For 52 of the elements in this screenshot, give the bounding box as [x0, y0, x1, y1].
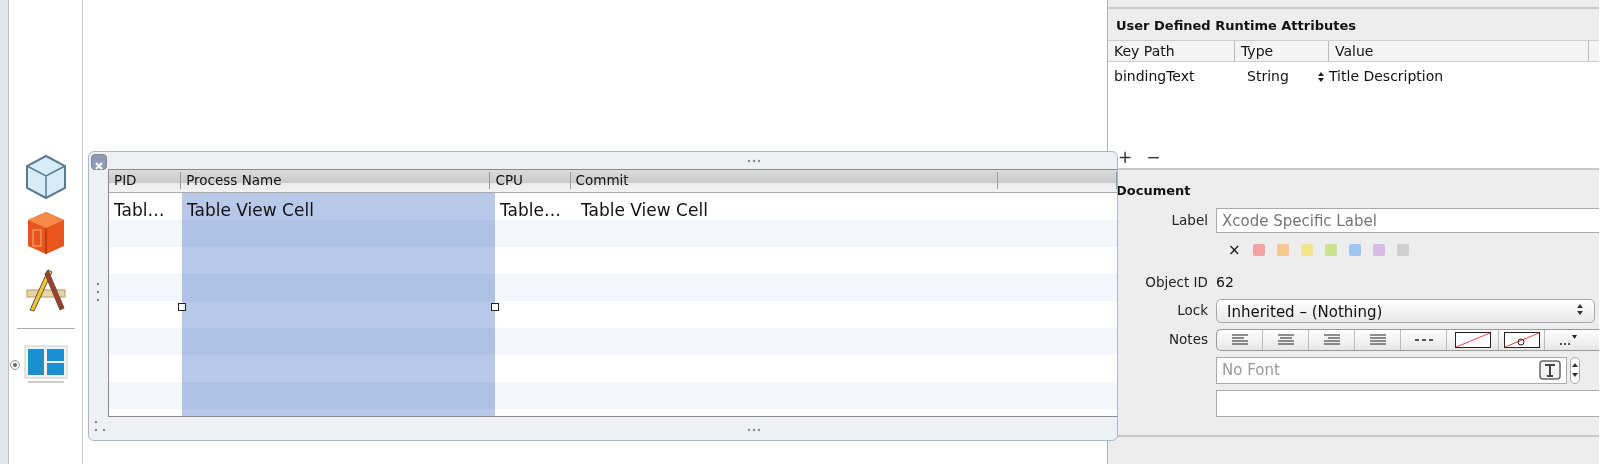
- table-cell-text: Title Description: [1329, 66, 1444, 86]
- font-icon[interactable]: [1539, 360, 1561, 380]
- color-swatch[interactable]: [1348, 244, 1361, 257]
- justify-icon[interactable]: [1367, 333, 1388, 346]
- align-left-icon[interactable]: [1229, 333, 1250, 346]
- table-cell-text: Table…: [499, 199, 562, 220]
- align-right-icon[interactable]: [1321, 333, 1342, 346]
- cube-icon[interactable]: [23, 154, 68, 200]
- clear-button[interactable]: ×: [1228, 239, 1241, 262]
- split-view-icon[interactable]: [23, 345, 68, 385]
- field-label: Object ID: [1144, 272, 1209, 292]
- column-header[interactable]: PID: [109, 172, 182, 189]
- label-field[interactable]: Xcode Specific Label: [1216, 208, 1599, 233]
- grip-icon[interactable]: [747, 157, 761, 165]
- remove-button[interactable]: −: [1146, 145, 1161, 168]
- column-header[interactable]: Key Path: [1108, 40, 1235, 61]
- table-cell-text: bindingText: [1113, 66, 1196, 86]
- table-cell-text: Table View Cell: [580, 199, 709, 220]
- resize-handle[interactable]: [178, 303, 186, 311]
- no-text-color-icon[interactable]: [1503, 331, 1540, 348]
- lock-dropdown[interactable]: Inherited – (Nothing): [1216, 298, 1595, 323]
- color-swatch[interactable]: [1276, 244, 1289, 257]
- grip-icon[interactable]: [96, 282, 100, 302]
- color-swatch[interactable]: [1300, 244, 1313, 257]
- column-header[interactable]: Value: [1329, 40, 1589, 61]
- column-header[interactable]: Type: [1235, 40, 1329, 61]
- column-header[interactable]: CPU: [490, 172, 571, 189]
- field-label: Notes: [1168, 330, 1209, 350]
- color-swatch[interactable]: [1324, 244, 1337, 257]
- grip-icon[interactable]: [747, 426, 761, 434]
- no-color-icon[interactable]: [1454, 331, 1491, 348]
- resize-handle[interactable]: [491, 303, 499, 311]
- column-header[interactable]: Process Name: [181, 172, 491, 189]
- color-swatch[interactable]: [1252, 244, 1265, 257]
- color-swatch[interactable]: [1372, 244, 1385, 257]
- pencil-ruler-icon[interactable]: [23, 266, 68, 312]
- object-id-value: 62: [1216, 272, 1234, 292]
- grip-icon[interactable]: [94, 420, 106, 432]
- table-cell-text: Table View Cell: [186, 199, 315, 220]
- table-cell-text: String: [1247, 66, 1290, 86]
- field-label: Label: [1170, 211, 1209, 231]
- section-title: Document: [1115, 181, 1192, 200]
- more-icon[interactable]: [1558, 333, 1578, 346]
- table-cell-text: Tabl…: [113, 199, 166, 220]
- notes-field[interactable]: [1216, 389, 1599, 417]
- align-center-icon[interactable]: [1275, 333, 1296, 346]
- field-label: Lock: [1176, 301, 1209, 321]
- radio-icon[interactable]: [9, 360, 20, 370]
- column-header[interactable]: Commit: [570, 172, 999, 189]
- color-swatch[interactable]: [1396, 244, 1409, 257]
- close-button[interactable]: [91, 154, 107, 170]
- add-button[interactable]: +: [1118, 145, 1133, 168]
